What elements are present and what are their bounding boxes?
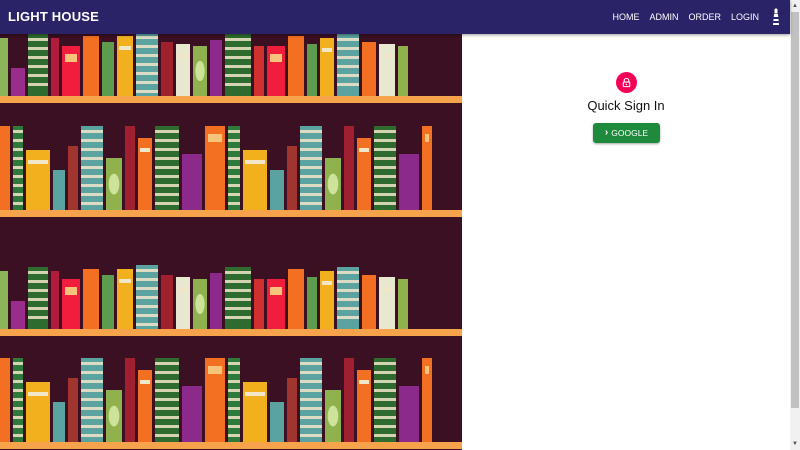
nav-menu: HOME ADMIN ORDER LOGIN bbox=[602, 0, 781, 34]
brand-title[interactable]: LIGHT HOUSE bbox=[8, 9, 99, 24]
scrollbar-thumb[interactable] bbox=[791, 12, 799, 408]
scroll-down-icon[interactable]: ▼ bbox=[790, 439, 800, 449]
lock-icon bbox=[622, 77, 631, 88]
bookshelf-graphic bbox=[0, 34, 462, 449]
nav-login[interactable]: LOGIN bbox=[731, 12, 759, 22]
google-button-label: GOOGLE bbox=[611, 128, 649, 138]
nav-home[interactable]: HOME bbox=[612, 12, 639, 22]
bookshelf-illustration bbox=[0, 34, 462, 450]
signin-panel: Quick Sign In › GOOGLE bbox=[462, 34, 790, 450]
nav-order[interactable]: ORDER bbox=[688, 12, 721, 22]
nav-admin[interactable]: ADMIN bbox=[649, 12, 678, 22]
lighthouse-icon[interactable] bbox=[771, 8, 781, 26]
google-signin-button[interactable]: › GOOGLE bbox=[593, 123, 660, 143]
page-scrollbar[interactable]: ▲ ▼ bbox=[790, 0, 800, 450]
signin-title: Quick Sign In bbox=[587, 98, 665, 113]
scroll-up-icon[interactable]: ▲ bbox=[790, 1, 800, 11]
lock-avatar bbox=[616, 72, 637, 93]
chevron-right-icon: › bbox=[604, 127, 609, 138]
app-bar: LIGHT HOUSE HOME ADMIN ORDER LOGIN bbox=[0, 0, 790, 34]
